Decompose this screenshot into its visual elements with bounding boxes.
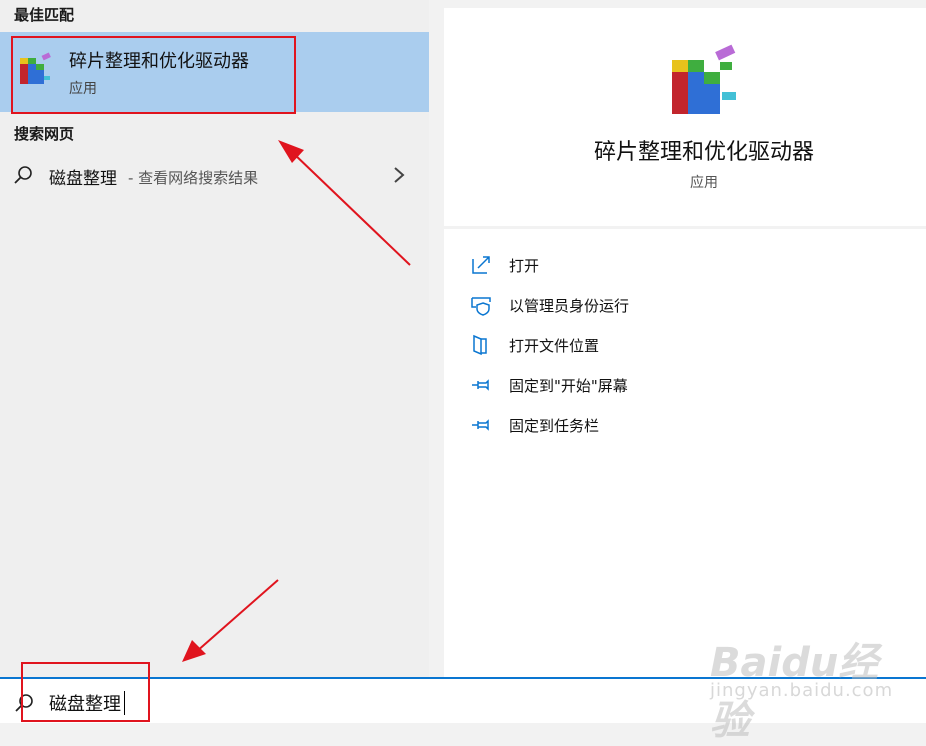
action-label: 固定到"开始"屏幕 [509, 377, 628, 395]
action-run-as-admin[interactable]: 以管理员身份运行 [470, 290, 890, 320]
action-label: 以管理员身份运行 [509, 297, 630, 315]
watermark-url: jingyan.baidu.com [710, 680, 894, 701]
action-pin-to-taskbar[interactable]: 固定到任务栏 [470, 410, 890, 440]
web-search-result[interactable]: 磁盘整理 - 查看网络搜索结果 [0, 155, 429, 195]
pin-icon [472, 419, 489, 431]
web-search-description: - 查看网络搜索结果 [128, 169, 259, 187]
pin-icon [472, 379, 489, 391]
action-open[interactable]: 打开 [470, 250, 890, 280]
baidu-watermark: Baidu经验 jingyan.baidu.com [706, 630, 916, 744]
best-match-header: 最佳匹配 [14, 6, 75, 24]
detail-subtitle: 应用 [690, 175, 718, 191]
search-icon [14, 166, 32, 184]
web-search-header: 搜索网页 [14, 125, 75, 143]
highlight-box-best-match [11, 36, 296, 114]
action-label: 打开文件位置 [509, 337, 600, 355]
web-search-query: 磁盘整理 [49, 169, 117, 189]
chevron-right-icon[interactable] [392, 166, 406, 184]
actions-panel: 打开 以管理员身份运行 打开文件位置 固定到"开始"屏幕 固定到任务栏 [444, 229, 926, 677]
file-location-icon [473, 334, 487, 356]
action-label: 固定到任务栏 [509, 417, 600, 435]
app-detail-card: 碎片整理和优化驱动器 应用 [444, 8, 926, 226]
action-label: 打开 [509, 257, 540, 275]
detail-title: 碎片整理和优化驱动器 [593, 140, 814, 165]
defrag-app-icon [672, 44, 736, 114]
action-open-file-location[interactable]: 打开文件位置 [470, 330, 890, 360]
action-pin-to-start[interactable]: 固定到"开始"屏幕 [470, 370, 890, 400]
shield-icon [471, 297, 491, 316]
highlight-box-search [21, 662, 150, 722]
open-icon [472, 256, 490, 274]
